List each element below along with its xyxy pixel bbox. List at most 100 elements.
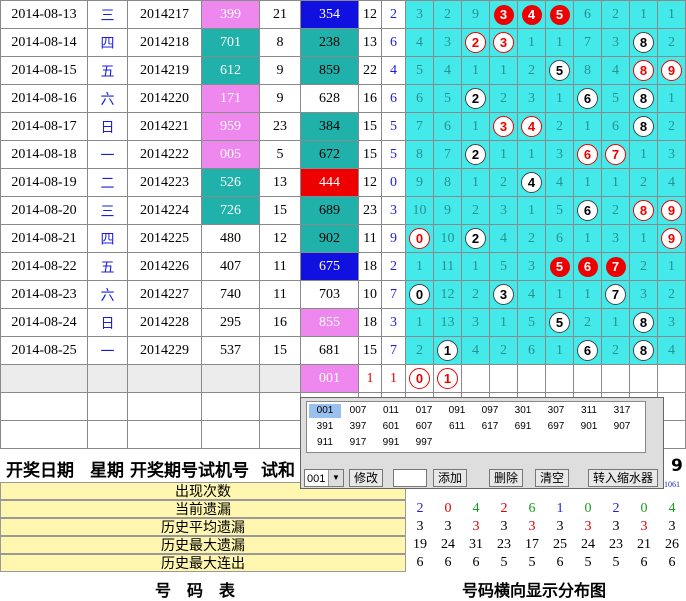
number-ball: 6 — [577, 340, 598, 361]
distribution-cell: 4 — [433, 56, 462, 85]
footer-left-title: 号 码 表 — [155, 581, 236, 600]
issue-cell: 2014221 — [127, 112, 202, 141]
trial-number-cell: 526 — [201, 168, 260, 197]
number-list[interactable]: 001 007 011 017 091 097 301 307 311 317 391 397 601 6… — [306, 401, 646, 453]
distribution-cell: 2 — [657, 28, 686, 57]
distribution-cell: 8 — [629, 196, 658, 225]
number-list-item[interactable]: 607 — [408, 420, 440, 434]
number-list-item[interactable]: 601 — [375, 420, 407, 434]
trial-sum-cell: 16 — [259, 308, 301, 337]
stats-row: 历史最大连出 6 6 6 5 5 6 5 5 6 6 — [0, 554, 686, 572]
date-cell: 2014-08-18 — [0, 140, 88, 169]
number-list-item[interactable]: 391 — [309, 420, 341, 434]
number-input[interactable] — [393, 469, 427, 487]
empty-cell — [127, 392, 202, 421]
distribution-cell: 2 — [433, 0, 462, 29]
number-ball: 3 — [493, 32, 514, 53]
distribution-cell: 1 — [601, 308, 630, 337]
empty-cell — [573, 364, 602, 393]
stats-value: 4 — [668, 501, 676, 516]
number-list-item[interactable]: 901 — [573, 420, 605, 434]
stats-value: 6 — [528, 501, 536, 516]
empty-cell — [517, 364, 546, 393]
date-cell: 2014-08-20 — [0, 196, 88, 225]
date-cell: 2014-08-13 — [0, 0, 88, 29]
number-list-item[interactable]: 397 — [342, 420, 374, 434]
distribution-cell: 6 — [573, 0, 602, 29]
number-list-item[interactable]: 911 — [309, 436, 341, 450]
number-list-item[interactable]: 007 — [342, 404, 374, 418]
number-list-item[interactable]: 017 — [408, 404, 440, 418]
trial-number-cell: 959 — [201, 112, 260, 141]
distribution-cell: 7 — [573, 28, 602, 57]
number-ball: 3 — [493, 284, 514, 305]
number-list-item[interactable]: 917 — [342, 436, 374, 450]
number-list-item[interactable]: 697 — [540, 420, 572, 434]
stats-value: 2 — [612, 501, 620, 516]
number-list-item[interactable]: 311 — [573, 404, 605, 418]
stats-value: 0 — [444, 501, 452, 516]
number-list-item[interactable]: 307 — [540, 404, 572, 418]
trial-number-cell: 295 — [201, 308, 260, 337]
distribution-cell: 2 — [573, 308, 602, 337]
sum-cell: 12 — [358, 168, 382, 197]
distribution-cell: 2 — [629, 168, 658, 197]
weekday-cell: 六 — [87, 280, 128, 309]
span-cell: 0 — [381, 168, 406, 197]
distribution-cell: 2 — [657, 280, 686, 309]
number-list-item[interactable]: 091 — [441, 404, 473, 418]
stats-value: 24 — [581, 537, 595, 552]
number-list-item[interactable]: 301 — [507, 404, 539, 418]
issue-cell: 2014222 — [127, 140, 202, 169]
number-ball: 4 — [521, 116, 542, 137]
number-ball: 3 — [493, 4, 514, 25]
distribution-cell: 8 — [629, 112, 658, 141]
distribution-cell: 5 — [545, 308, 574, 337]
number-list-item[interactable]: 611 — [441, 420, 473, 434]
clear-button[interactable]: 清空 — [535, 469, 570, 487]
number-list-item[interactable]: 991 — [375, 436, 407, 450]
number-list-item[interactable]: 011 — [375, 404, 407, 418]
distribution-cell: 4 — [517, 0, 546, 29]
date-cell: 2014-08-15 — [0, 56, 88, 85]
sum-cell: 16 — [358, 84, 382, 113]
number-list-item[interactable]: 691 — [507, 420, 539, 434]
delete-button[interactable]: 删除 — [489, 469, 524, 487]
distribution-cell: 3 — [657, 140, 686, 169]
number-filter-popup: 001 007 011 017 091 097 301 307 311 317 391 397 601 6… — [300, 397, 664, 489]
issue-cell: 2014218 — [127, 28, 202, 57]
number-list-item[interactable]: 097 — [474, 404, 506, 418]
stats-value: 6 — [556, 555, 564, 570]
shrink-button[interactable]: 转入缩水器 — [588, 469, 659, 487]
distribution-cell: 1 — [461, 252, 490, 281]
number-ball: 6 — [577, 144, 598, 165]
predict-open-cell: 001 — [300, 364, 359, 393]
number-list-item[interactable]: 001 — [309, 404, 341, 418]
distribution-cell: 9 — [657, 56, 686, 85]
stats-value: 2 — [500, 501, 508, 516]
distribution-cell: 9 — [405, 168, 434, 197]
date-cell: 2014-08-16 — [0, 84, 88, 113]
number-list-item[interactable]: 317 — [606, 404, 638, 418]
distribution-cell: 4 — [657, 336, 686, 365]
modify-button[interactable]: 修改 — [349, 469, 384, 487]
open-number-cell: 689 — [300, 196, 359, 225]
span-cell: 6 — [381, 84, 406, 113]
table-row: 2014-08-17 日 2014221 959 23 384 15 5 7 6 1 3 4 2 1 6 8 2 — [0, 112, 686, 141]
open-number-cell: 902 — [300, 224, 359, 253]
number-select[interactable]: 001 ▼ — [304, 469, 344, 487]
distribution-cell: 6 — [573, 84, 602, 113]
stats-row: 历史平均遗漏 3 3 3 3 3 3 3 3 3 3 — [0, 518, 686, 536]
number-list-item[interactable]: 997 — [408, 436, 440, 450]
weekday-cell: 二 — [87, 168, 128, 197]
trial-number-cell: 480 — [201, 224, 260, 253]
number-list-item[interactable]: 907 — [606, 420, 638, 434]
add-button[interactable]: 添加 — [433, 469, 468, 487]
stats-value: 26 — [665, 537, 679, 552]
stats-value: 3 — [612, 519, 620, 534]
issue-cell: 2014220 — [127, 84, 202, 113]
weekday-cell: 日 — [87, 308, 128, 337]
stats-value: 24 — [441, 537, 455, 552]
chevron-down-icon[interactable]: ▼ — [328, 470, 343, 486]
number-list-item[interactable]: 617 — [474, 420, 506, 434]
